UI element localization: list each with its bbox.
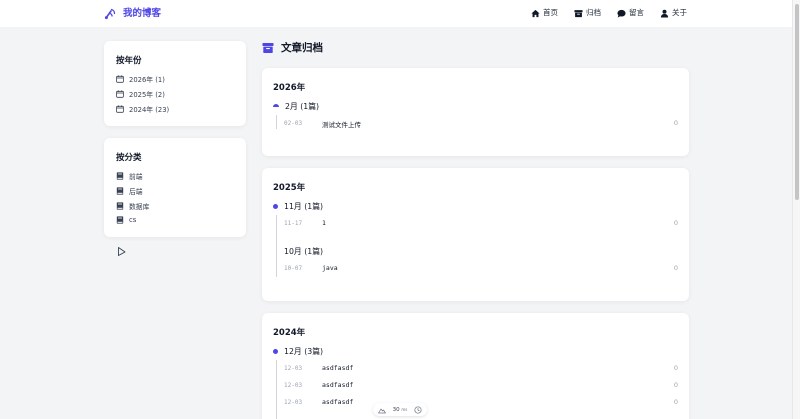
- year-heading: 2025年: [273, 183, 306, 193]
- nav-label-archive: 归档: [586, 8, 601, 17]
- archive-icon: [262, 43, 274, 53]
- sidebar-item-label: 后端: [129, 188, 143, 196]
- month-label: 10月 (1篇): [284, 247, 324, 256]
- sidebar-item-label: 数据库: [129, 203, 150, 211]
- message-icon: [617, 9, 626, 17]
- timeline-dot-icon: [273, 104, 279, 107]
- sidebar-item-cs[interactable]: cs: [116, 216, 136, 224]
- mountain-icon[interactable]: [378, 406, 386, 414]
- timeline-line: [276, 360, 277, 419]
- latency-value: 30: [392, 406, 400, 413]
- year-card-2026: 2026年 2月 (1篇) 02-03 测试文件上传 0: [262, 68, 689, 156]
- list-item[interactable]: 12-03 asdfasdf 0: [284, 380, 678, 392]
- nav-item-archive[interactable]: 归档: [574, 7, 601, 19]
- post-date: 02-03: [284, 120, 303, 127]
- archive-icon: [574, 9, 583, 17]
- month-label: 12月 (3篇): [284, 347, 324, 356]
- sidebar-item-2026[interactable]: 2026年 (1): [116, 74, 165, 84]
- list-item[interactable]: 11-17 1 0: [284, 218, 678, 230]
- sidebar-item-label: 前端: [129, 173, 143, 181]
- book-icon: [116, 187, 124, 195]
- post-title[interactable]: asdfasdf: [322, 398, 353, 406]
- sidebar-item-label: 2026年 (1): [129, 76, 165, 84]
- month-header[interactable]: 10月 (1篇): [273, 246, 323, 257]
- top-header: 我的博客 首页 归档 留言 关于: [0, 0, 800, 27]
- sidebar-category-card: 按分类 前端 后端 数据库 cs: [104, 138, 246, 237]
- sidebar-year-title: 按年份: [116, 56, 142, 66]
- year-heading: 2024年: [273, 328, 306, 338]
- post-title[interactable]: 测试文件上传: [322, 119, 361, 129]
- timeline-line: [276, 115, 277, 129]
- user-icon: [660, 9, 669, 18]
- book-icon: [116, 172, 124, 180]
- month-header[interactable]: 2月 (1篇): [273, 101, 319, 112]
- post-date: 12-03: [284, 365, 303, 372]
- calendar-icon: [116, 75, 124, 83]
- year-heading: 2026年: [273, 83, 306, 93]
- post-count: 0: [673, 219, 678, 227]
- list-item[interactable]: 12-03 asdfasdf 0: [284, 363, 678, 375]
- page-scrollbar[interactable]: [792, 0, 800, 419]
- post-title[interactable]: java: [322, 264, 338, 272]
- sidebar-category-title: 按分类: [116, 153, 142, 163]
- sidebar-item-2024[interactable]: 2024年 (23): [116, 104, 169, 114]
- year-card-2025: 2025年 11月 (1篇) 11-17 1 0 10月 (1篇) 10-07 …: [262, 168, 689, 301]
- year-card-2024: 2024年 12月 (3篇) 12-03 asdfasdf 0 12-03 as…: [262, 313, 689, 419]
- sidebar-item-backend[interactable]: 后端: [116, 186, 143, 196]
- book-icon: [116, 202, 124, 210]
- post-date: 10-07: [284, 265, 303, 272]
- post-count: 0: [673, 264, 678, 272]
- sidebar-item-frontend[interactable]: 前端: [116, 171, 143, 181]
- sidebar-item-database[interactable]: 数据库: [116, 201, 149, 211]
- nav-item-about[interactable]: 关于: [660, 7, 687, 19]
- calendar-icon: [116, 90, 124, 98]
- brand[interactable]: 我的博客: [104, 6, 161, 22]
- timeline-dot-icon: [273, 349, 278, 354]
- page-title: 文章归档: [262, 41, 323, 55]
- latency-readout: 30 ms: [393, 407, 408, 413]
- month-label: 11月 (1篇): [284, 202, 324, 211]
- list-item[interactable]: 10-07 java 0: [284, 263, 678, 275]
- post-date: 12-03: [284, 382, 303, 389]
- timeline-dot-icon: [273, 204, 278, 209]
- sidebar-item-2025[interactable]: 2025年 (2): [116, 89, 165, 99]
- post-count: 0: [673, 381, 678, 389]
- scrollbar-thumb[interactable]: [795, 4, 799, 200]
- nav-label-message: 留言: [629, 8, 644, 17]
- post-count: 0: [673, 398, 678, 406]
- post-date: 12-03: [284, 399, 303, 406]
- post-count: 0: [673, 119, 678, 127]
- play-cursor-icon[interactable]: [116, 246, 127, 257]
- blog-logo-icon: [104, 8, 116, 20]
- page-title-text: 文章归档: [281, 42, 323, 54]
- nav-item-home[interactable]: 首页: [531, 7, 558, 19]
- post-date: 11-17: [284, 220, 303, 227]
- post-count: 0: [673, 364, 678, 372]
- book-icon: [116, 216, 124, 224]
- sidebar-item-label: 2025年 (2): [129, 91, 165, 99]
- list-item[interactable]: 12-03 asdfasdf 0: [284, 397, 678, 409]
- sidebar-item-label: 2024年 (23): [129, 106, 170, 114]
- clock-icon[interactable]: [414, 405, 422, 414]
- month-label: 2月 (1篇): [285, 102, 320, 111]
- main-nav: 首页 归档 留言 关于: [531, 7, 687, 19]
- home-icon: [531, 9, 540, 17]
- latency-widget[interactable]: 30 ms: [373, 403, 427, 416]
- sidebar-item-label: cs: [129, 216, 137, 224]
- list-item[interactable]: 02-03 测试文件上传 0: [284, 118, 678, 130]
- calendar-icon: [116, 105, 124, 113]
- post-title[interactable]: asdfasdf: [322, 364, 353, 372]
- nav-label-about: 关于: [672, 8, 687, 17]
- brand-title: 我的博客: [123, 8, 162, 19]
- month-header[interactable]: 11月 (1篇): [273, 201, 323, 212]
- nav-item-message[interactable]: 留言: [617, 7, 644, 19]
- latency-unit: ms: [401, 406, 408, 412]
- month-header[interactable]: 12月 (3篇): [273, 346, 323, 357]
- post-title[interactable]: asdfasdf: [322, 381, 353, 389]
- nav-label-home: 首页: [543, 8, 558, 17]
- sidebar-year-card: 按年份 2026年 (1) 2025年 (2) 2024年 (23): [104, 41, 246, 126]
- post-title[interactable]: 1: [322, 219, 326, 227]
